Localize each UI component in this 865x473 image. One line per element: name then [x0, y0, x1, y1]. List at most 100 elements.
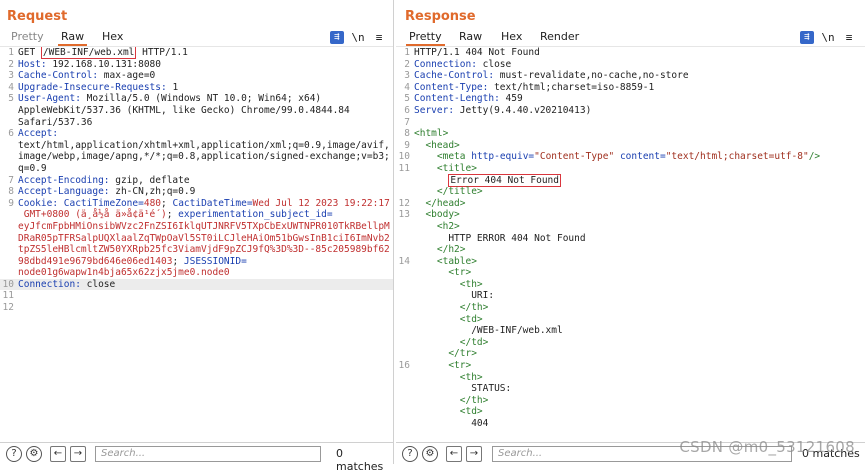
code-token: 404 [414, 418, 489, 429]
code-token: must-revalidate,no-cache,no-store [494, 70, 689, 82]
line-text: image/webp,image/apng,*/*;q=0.8,applicat… [18, 151, 390, 163]
line-text: <title> [414, 163, 477, 175]
code-token: </td> [459, 336, 489, 348]
line-text: </title> [414, 186, 483, 198]
line-number: 11 [2, 290, 14, 302]
code-line: 8 Accept-Language: zh-CN,zh;q=0.9 [0, 186, 393, 198]
line-text: Host: 192.168.10.131:8080 [18, 59, 161, 71]
code-token: </th> [459, 302, 489, 314]
menu-icon[interactable]: ≡ [842, 31, 856, 44]
code-token: image/webp,image/apng,*/*;q=0.8,applicat… [18, 151, 390, 163]
code-line: <td> [396, 314, 865, 326]
code-token: Accept: [18, 128, 59, 140]
help-icon[interactable]: ? [6, 446, 22, 462]
code-line: </h2> [396, 244, 865, 256]
line-number: 3 [404, 70, 410, 82]
code-line: 6 Accept: [0, 128, 393, 140]
code-token: <head> [425, 139, 460, 151]
code-line: 9 Cookie: CactiTimeZone=480; CactiDateTim… [0, 198, 393, 210]
code-line: 5 Content-Length: 459 [396, 93, 865, 105]
code-token: Accept-Encoding: [18, 174, 110, 186]
code-line: 2 Connection: close [396, 59, 865, 71]
line-number: 7 [404, 116, 410, 128]
code-token: /WEB-INF/web.xml [414, 325, 563, 337]
code-line: </tr> [396, 348, 865, 360]
request-editor[interactable]: 1 GET /WEB-INF/web.xml HTTP/1.1 2 Host: 192… [0, 46, 393, 440]
response-editor[interactable]: 1 HTTP/1.1 404 Not Found 2 Connection: clos… [396, 46, 865, 440]
line-text: Accept: [18, 128, 58, 140]
code-line: 16 <tr> [396, 360, 865, 372]
code-token: Mozilla/5.0 (Windows NT 10.0; Win64; x64… [80, 93, 322, 105]
help-icon[interactable]: ? [402, 446, 418, 462]
wrap-icon[interactable]: ⇶ [330, 31, 344, 44]
line-text: <tr> [414, 267, 471, 279]
highlighted-token: /WEB-INF/web.xml [40, 47, 137, 59]
search-input[interactable]: Search... [95, 446, 321, 462]
code-token: Cache-Control: [414, 70, 495, 82]
code-line: 404 [396, 418, 865, 430]
code-token: Connection: [414, 58, 477, 70]
gear-icon[interactable]: ⚙ [422, 446, 438, 462]
previous-arrow-icon[interactable]: ← [446, 446, 462, 462]
response-tab-raw[interactable]: Raw [456, 29, 485, 46]
code-line: HTTP ERROR 404 Not Found [396, 233, 865, 245]
code-token: http-equiv= [471, 151, 535, 163]
request-tab-pretty[interactable]: Pretty [8, 29, 47, 46]
code-token: Content-Type: [414, 81, 489, 93]
response-tab-render[interactable]: Render [537, 29, 582, 46]
line-number: 1 [8, 47, 14, 58]
line-text: <th> [414, 372, 483, 384]
code-line: </title> [396, 186, 865, 198]
response-tab-pretty[interactable]: Pretty [406, 29, 445, 46]
code-token: <th> [459, 278, 483, 290]
code-token: Connection: [18, 278, 81, 290]
line-text: Safari/537.36 [18, 117, 92, 129]
request-tab-raw[interactable]: Raw [58, 29, 88, 46]
code-token: 459 [499, 93, 523, 105]
code-line: 2 Host: 192.168.10.131:8080 [0, 59, 393, 71]
code-line: 98dbd491e9679bd646e06ed1403; JSESSIONID= [0, 256, 393, 268]
line-number: 5 [8, 93, 14, 105]
code-line: 7 [396, 117, 865, 129]
code-line: 3 Cache-Control: max-age=0 [0, 70, 393, 82]
line-text: text/html,application/xhtml+xml,applicat… [18, 140, 390, 152]
code-token: gzip, deflate [109, 174, 190, 186]
code-token: Cookie: [18, 197, 59, 209]
response-tabs: Pretty Raw Hex Render [396, 29, 865, 46]
gear-icon[interactable]: ⚙ [26, 446, 42, 462]
code-token: Content-Length: [414, 93, 500, 105]
code-token: 1 [166, 81, 179, 93]
code-line: </th> [396, 302, 865, 314]
line-number: 4 [404, 81, 410, 93]
code-token: STATUS: [414, 383, 512, 395]
line-text: Upgrade-Insecure-Requests: 1 [18, 82, 178, 94]
wrap-icon[interactable]: ⇶ [800, 31, 814, 44]
newline-icon[interactable]: \n [821, 31, 835, 44]
menu-icon[interactable]: ≡ [372, 31, 386, 44]
previous-arrow-icon[interactable]: ← [50, 446, 66, 462]
line-number: 11 [398, 162, 410, 174]
code-token: "text/html;charset=utf-8" [665, 151, 809, 163]
code-line: node01g6wapw1n4bja65x62zjx5jme0.node0 [0, 267, 393, 279]
code-line: Safari/537.36 [0, 117, 393, 129]
next-arrow-icon[interactable]: → [70, 446, 86, 462]
code-token: node01g6wapw1n4bja65x62zjx5jme0.node0 [18, 267, 230, 279]
line-number: 14 [398, 255, 410, 267]
line-text: <body> [414, 209, 459, 221]
request-tab-hex[interactable]: Hex [99, 29, 126, 46]
next-arrow-icon[interactable]: → [466, 446, 482, 462]
code-token: <h2> [436, 220, 460, 232]
request-pane: Request Pretty Raw Hex ⇶ \n ≡ 1 GET /WEB-… [0, 0, 394, 473]
newline-icon[interactable]: \n [351, 31, 365, 44]
response-tab-hex[interactable]: Hex [498, 29, 525, 46]
line-number: 9 [404, 139, 410, 151]
line-text: Server: Jetty(9.4.40.v20210413) [414, 105, 591, 117]
line-number: 5 [404, 93, 410, 105]
line-text: Error 404 Not Found [414, 173, 561, 187]
line-number: 1 [404, 47, 410, 58]
code-token: AppleWebKit/537.36 (KHTML, like Gecko) C… [18, 104, 350, 116]
